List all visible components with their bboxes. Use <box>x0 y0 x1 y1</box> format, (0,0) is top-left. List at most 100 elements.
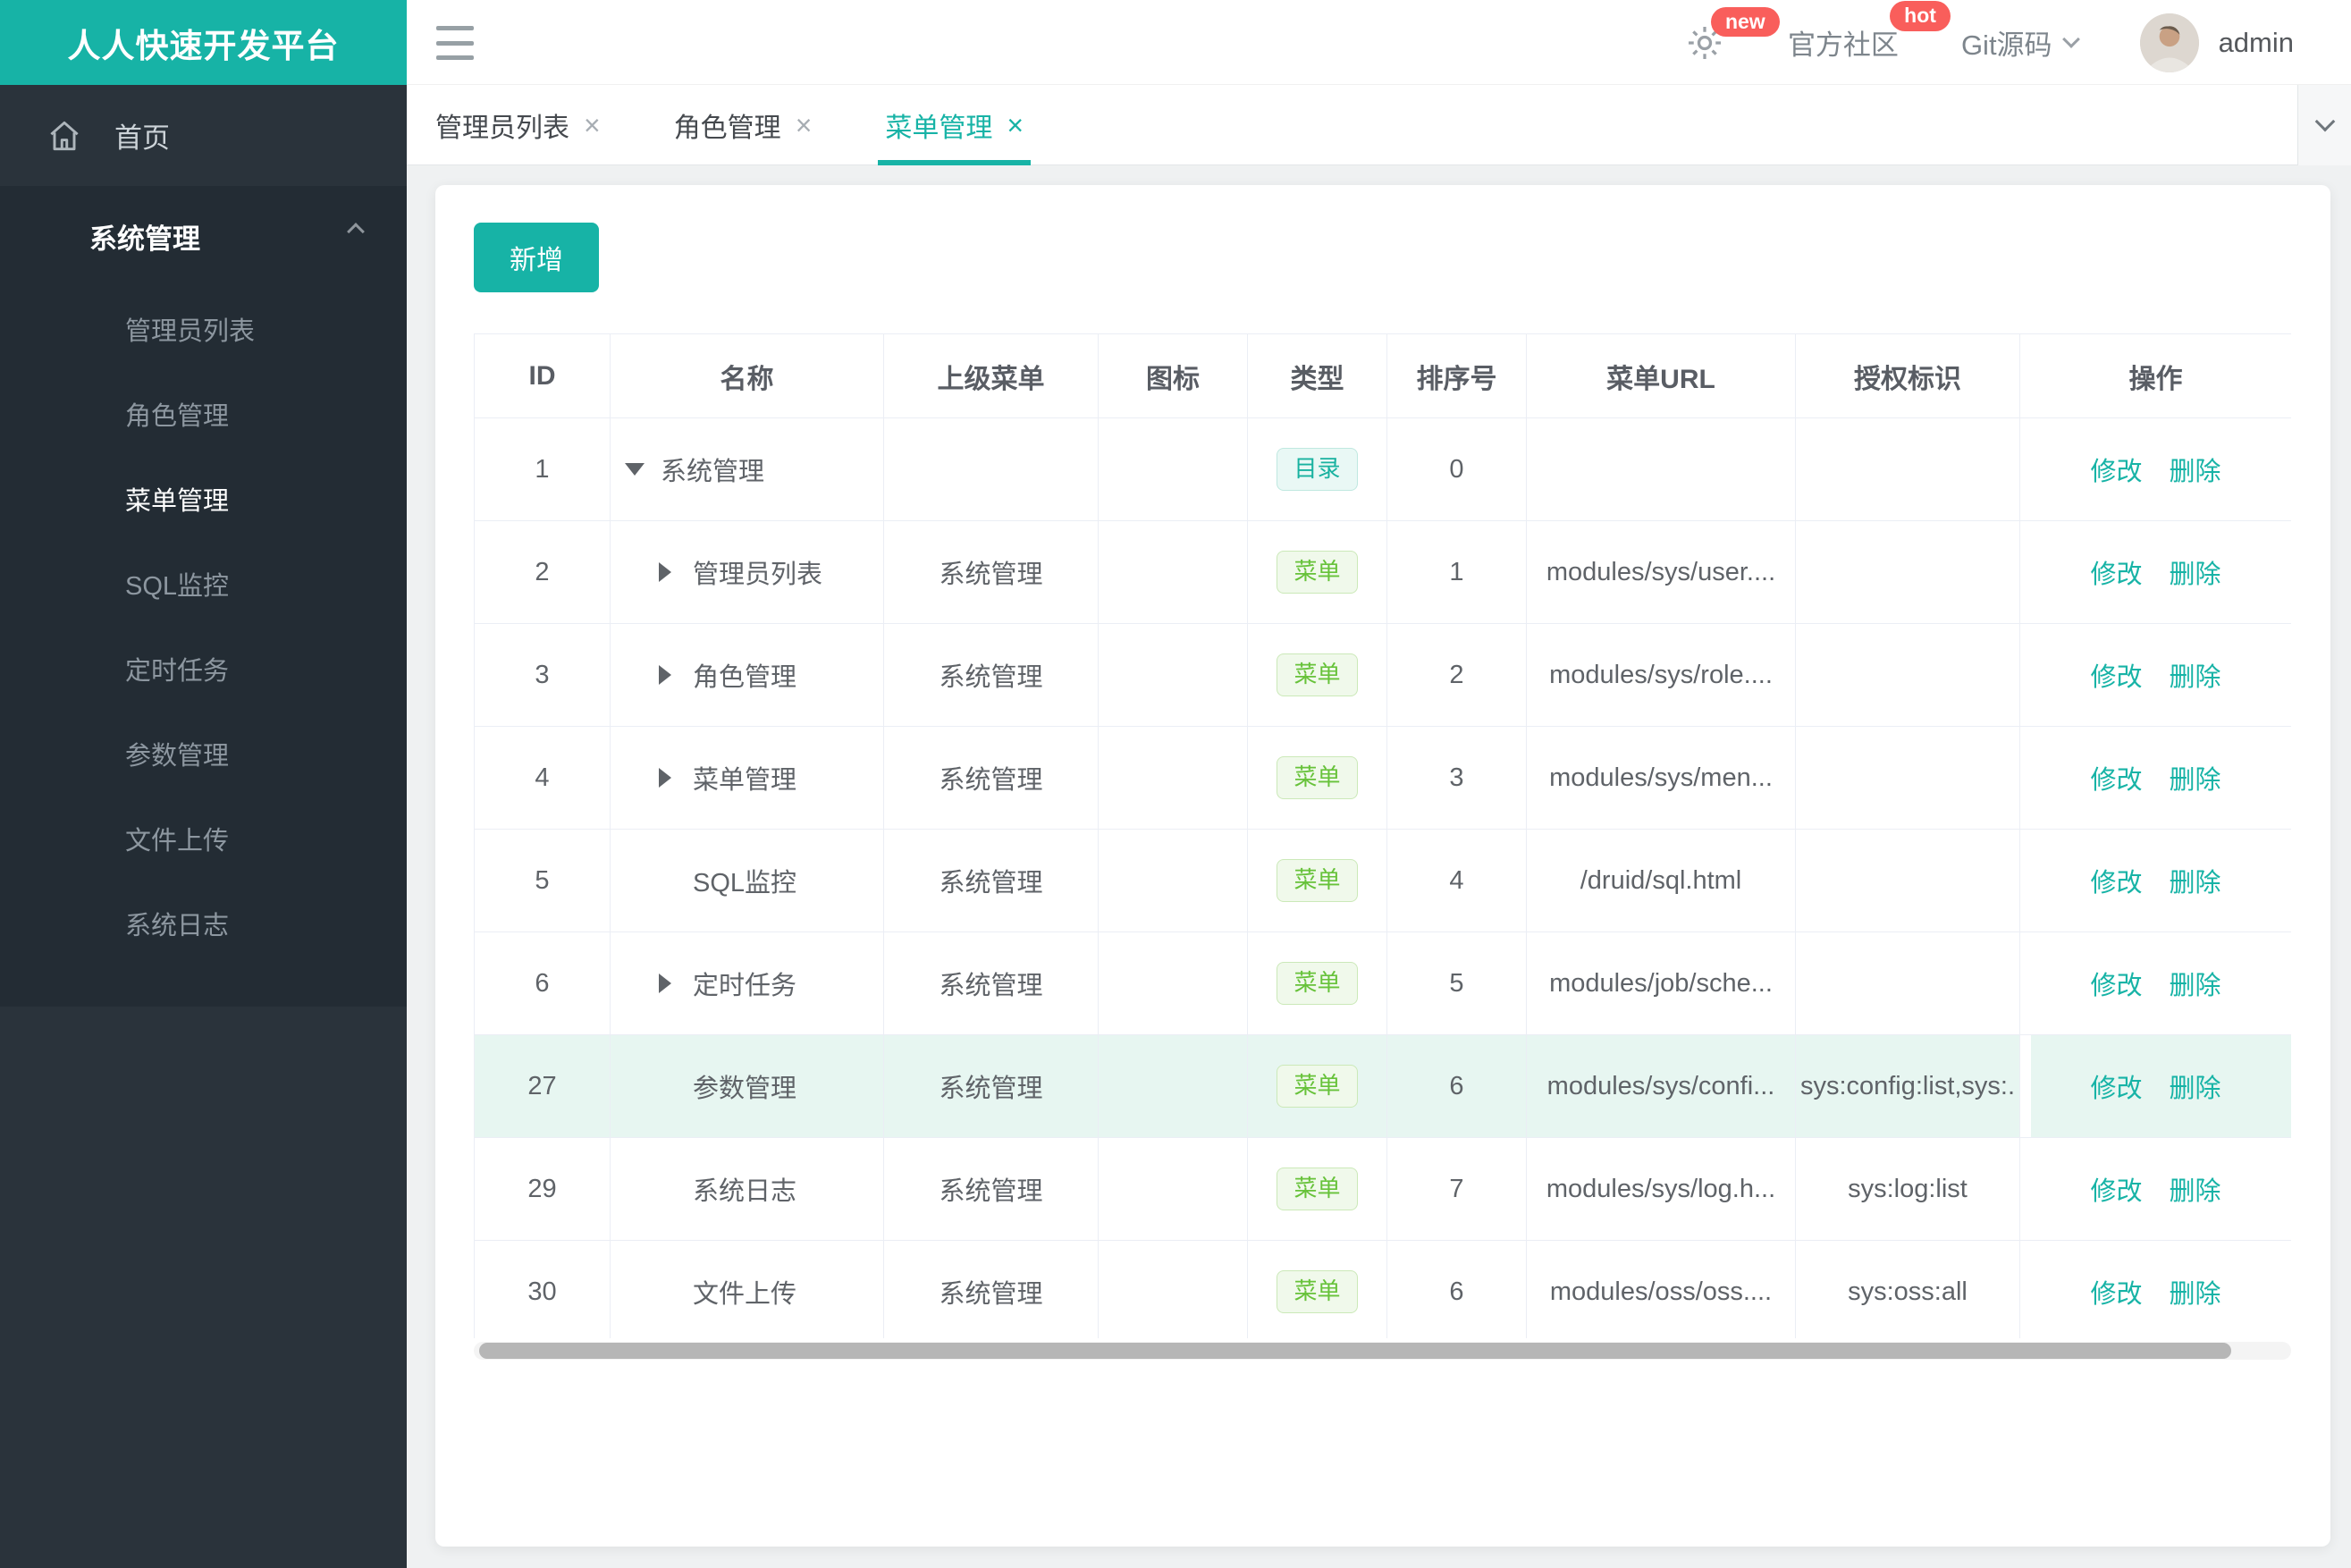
sidebar-group-system: 系统管理 管理员列表角色管理 菜单管理 SQL监控定时任务参数管理 文件上传 系统日志 <box>0 186 407 1007</box>
cell-perms <box>1795 520 2020 624</box>
cell-type: 菜单 <box>1247 1034 1387 1138</box>
cell-order: 0 <box>1386 417 1527 521</box>
sidebar-item-label: 管理员列表 <box>125 316 256 346</box>
sidebar-item-label: 定时任务 <box>125 656 230 686</box>
cell-icon <box>1098 520 1248 624</box>
tab-0[interactable]: 管理员列表 × <box>435 85 601 165</box>
column-header-8: 操作 <box>2019 333 2291 418</box>
app-header: 人人快速开发平台 new 官方社区 hot Git源码 admin <box>0 0 2351 85</box>
close-tab-icon[interactable]: × <box>584 111 601 139</box>
cell-name: 参数管理 <box>610 1034 884 1138</box>
edit-link[interactable]: 修改 <box>2090 663 2142 692</box>
type-badge: 菜单 <box>1277 962 1358 1005</box>
edit-link[interactable]: 修改 <box>2090 1177 2142 1206</box>
sidebar-item-4[interactable]: 定时任务 <box>0 626 407 711</box>
edit-link[interactable]: 修改 <box>2090 458 2142 486</box>
cell-id: 1 <box>474 417 611 521</box>
cell-perms: sys:log:list <box>1795 1137 2020 1241</box>
edit-link[interactable]: 修改 <box>2090 972 2142 1000</box>
sidebar-item-1[interactable]: 角色管理 <box>0 371 407 456</box>
cell-name: 文件上传 <box>610 1240 884 1338</box>
cell-menu-url <box>1526 417 1796 521</box>
cell-type: 菜单 <box>1247 1240 1387 1338</box>
edit-link[interactable]: 修改 <box>2090 561 2142 589</box>
menu-table: ID 名称 上级菜单 图标 类型 排序号 菜单URL 授权标识 操作 1 系统管理 目录 0 修改 删除 2… <box>474 333 2291 1338</box>
expand-row-icon[interactable] <box>659 562 671 582</box>
expand-row-icon[interactable] <box>659 974 671 993</box>
hamburger-menu-icon[interactable] <box>436 26 474 60</box>
delete-link[interactable]: 删除 <box>2170 972 2221 1000</box>
nav-git-source[interactable]: Git源码 <box>1961 22 2080 63</box>
tab-overflow-button[interactable] <box>2297 85 2351 165</box>
cell-name: 系统日志 <box>610 1137 884 1241</box>
user-menu[interactable]: admin <box>2139 13 2294 72</box>
cell-actions: 修改 删除 <box>2019 417 2291 521</box>
cell-perms: sys:oss:all <box>1795 1240 2020 1338</box>
app-logo[interactable]: 人人快速开发平台 <box>0 0 407 85</box>
cell-name: 定时任务 <box>610 932 884 1035</box>
add-button[interactable]: 新增 <box>474 223 599 292</box>
cell-perms <box>1795 623 2020 727</box>
delete-link[interactable]: 删除 <box>2170 458 2221 486</box>
tab-label: 管理员列表 <box>435 114 569 143</box>
type-badge: 菜单 <box>1277 653 1358 696</box>
cell-type: 菜单 <box>1247 726 1387 830</box>
delete-link[interactable]: 删除 <box>2170 1177 2221 1206</box>
delete-link[interactable]: 删除 <box>2170 1075 2221 1103</box>
cell-parent-menu: 系统管理 <box>883 623 1099 727</box>
table-wrap: ID 名称 上级菜单 图标 类型 排序号 菜单URL 授权标识 操作 1 系统管理 目录 0 修改 删除 2… <box>474 333 2291 1338</box>
screen: 人人快速开发平台 new 官方社区 hot Git源码 admin 首页 系统管… <box>0 0 2351 1568</box>
sidebar-item-3[interactable]: SQL监控 <box>0 541 407 626</box>
cell-icon <box>1098 623 1248 727</box>
menu-name: 系统管理 <box>661 458 765 486</box>
edit-link[interactable]: 修改 <box>2090 766 2142 795</box>
sidebar-item-2[interactable]: 菜单管理 <box>0 456 407 541</box>
content-card: 新增 ID 名称 上级菜单 图标 类型 排序号 菜单URL 授权标识 操作 1 系统管理 目录 0 修改… <box>435 185 2330 1547</box>
delete-link[interactable]: 删除 <box>2170 766 2221 795</box>
cell-menu-url: modules/job/sche... <box>1526 932 1796 1035</box>
scrollbar-thumb[interactable] <box>479 1343 2231 1359</box>
user-name: admin <box>2218 26 2294 58</box>
table-row: 3 角色管理 系统管理 菜单 2 modules/sys/role.... 修改 删除 <box>474 623 2291 727</box>
cell-icon <box>1098 726 1248 830</box>
cell-actions: 修改 删除 <box>2019 829 2291 932</box>
cell-menu-url: /druid/sql.html <box>1526 829 1796 932</box>
table-row: 2 管理员列表 系统管理 菜单 1 modules/sys/user.... 修改 删除 <box>474 520 2291 624</box>
collapse-row-icon[interactable] <box>625 463 645 476</box>
cell-name: 角色管理 <box>610 623 884 727</box>
expand-row-icon[interactable] <box>659 768 671 788</box>
sidebar-item-5[interactable]: 参数管理 <box>0 711 407 796</box>
cell-id: 3 <box>474 623 611 727</box>
tab-1[interactable]: 角色管理 × <box>674 85 813 165</box>
sidebar-item-0[interactable]: 管理员列表 <box>0 286 407 371</box>
delete-link[interactable]: 删除 <box>2170 1280 2221 1309</box>
cell-order: 1 <box>1386 520 1527 624</box>
type-badge: 菜单 <box>1277 1270 1358 1313</box>
edit-link[interactable]: 修改 <box>2090 1280 2142 1309</box>
column-header-0: ID <box>474 333 611 418</box>
edit-link[interactable]: 修改 <box>2090 1075 2142 1103</box>
settings-button[interactable]: new <box>1684 6 1780 64</box>
close-tab-icon[interactable]: × <box>796 111 813 139</box>
edit-link[interactable]: 修改 <box>2090 869 2142 898</box>
nav-community[interactable]: 官方社区 hot <box>1788 1 1951 63</box>
hot-badge: hot <box>1890 1 1951 31</box>
expand-row-icon[interactable] <box>659 665 671 685</box>
cell-order: 5 <box>1386 932 1527 1035</box>
delete-link[interactable]: 删除 <box>2170 561 2221 589</box>
close-tab-icon[interactable]: × <box>1007 111 1024 139</box>
sidebar-group-toggle[interactable]: 系统管理 <box>0 186 407 286</box>
tab-2[interactable]: 菜单管理 × <box>878 85 1031 165</box>
sidebar-item-7[interactable]: 系统日志 <box>0 881 407 965</box>
horizontal-scrollbar[interactable] <box>474 1342 2291 1360</box>
delete-link[interactable]: 删除 <box>2170 869 2221 898</box>
delete-link[interactable]: 删除 <box>2170 663 2221 692</box>
cell-parent-menu: 系统管理 <box>883 1034 1099 1138</box>
cell-type: 目录 <box>1247 417 1387 521</box>
sidebar-item-home[interactable]: 首页 <box>0 85 407 186</box>
menu-name: 定时任务 <box>693 972 797 1000</box>
cell-name: 菜单管理 <box>610 726 884 830</box>
cell-menu-url: modules/sys/men... <box>1526 726 1796 830</box>
content-area: 新增 ID 名称 上级菜单 图标 类型 排序号 菜单URL 授权标识 操作 1 系统管理 目录 0 修改… <box>407 166 2351 1568</box>
sidebar-item-6[interactable]: 文件上传 <box>0 796 407 881</box>
